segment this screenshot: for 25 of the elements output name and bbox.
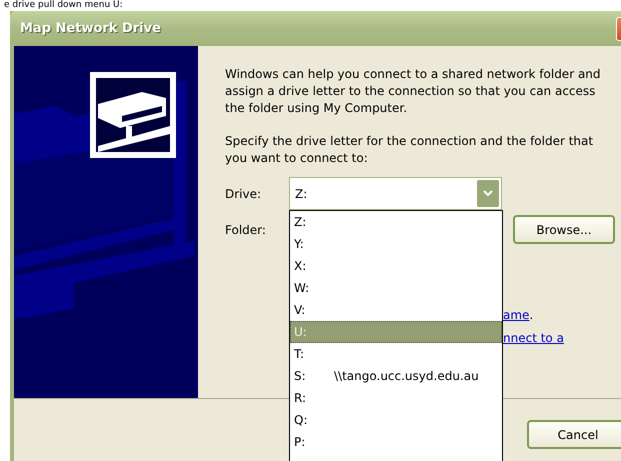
- link[interactable]: nnect to a: [503, 331, 564, 345]
- cancel-button[interactable]: Cancel: [527, 420, 621, 449]
- drive-option[interactable]: W:: [290, 277, 502, 299]
- drive-option[interactable]: P:: [290, 431, 502, 453]
- instruction-text: Specify the drive letter for the connection and the folder that you want to connect to:: [225, 133, 594, 167]
- drive-dropdown[interactable]: Z:: [289, 177, 502, 210]
- dropdown-arrow-button[interactable]: [477, 180, 499, 207]
- drive-label: Drive:: [225, 186, 262, 200]
- window-title: Map Network Drive: [20, 21, 161, 36]
- browse-button[interactable]: Browse...: [513, 215, 615, 244]
- drive-option[interactable]: Q:: [290, 409, 502, 431]
- drive-option[interactable]: S: \\tango.ucc.usyd.edu.au: [290, 365, 502, 387]
- network-drive-icon: [90, 72, 176, 158]
- caption-text: e drive pull down menu U:: [4, 0, 123, 11]
- drive-option[interactable]: Z:: [290, 211, 502, 233]
- folder-label: Folder:: [225, 222, 267, 236]
- intro-text: Windows can help you connect to a shared network folder and assign a drive letter to the connection so that you can access the folder using My Computer.: [225, 66, 602, 117]
- drive-option[interactable]: Y:: [290, 233, 502, 255]
- drive-option[interactable]: T:: [290, 343, 502, 365]
- chevron-down-icon: [483, 190, 493, 197]
- drive-option[interactable]: R:: [290, 387, 502, 409]
- drive-option[interactable]: V:: [290, 299, 502, 321]
- drive-option[interactable]: X:: [290, 255, 502, 277]
- link-punctuation: .: [529, 308, 534, 322]
- link[interactable]: ame: [503, 308, 530, 322]
